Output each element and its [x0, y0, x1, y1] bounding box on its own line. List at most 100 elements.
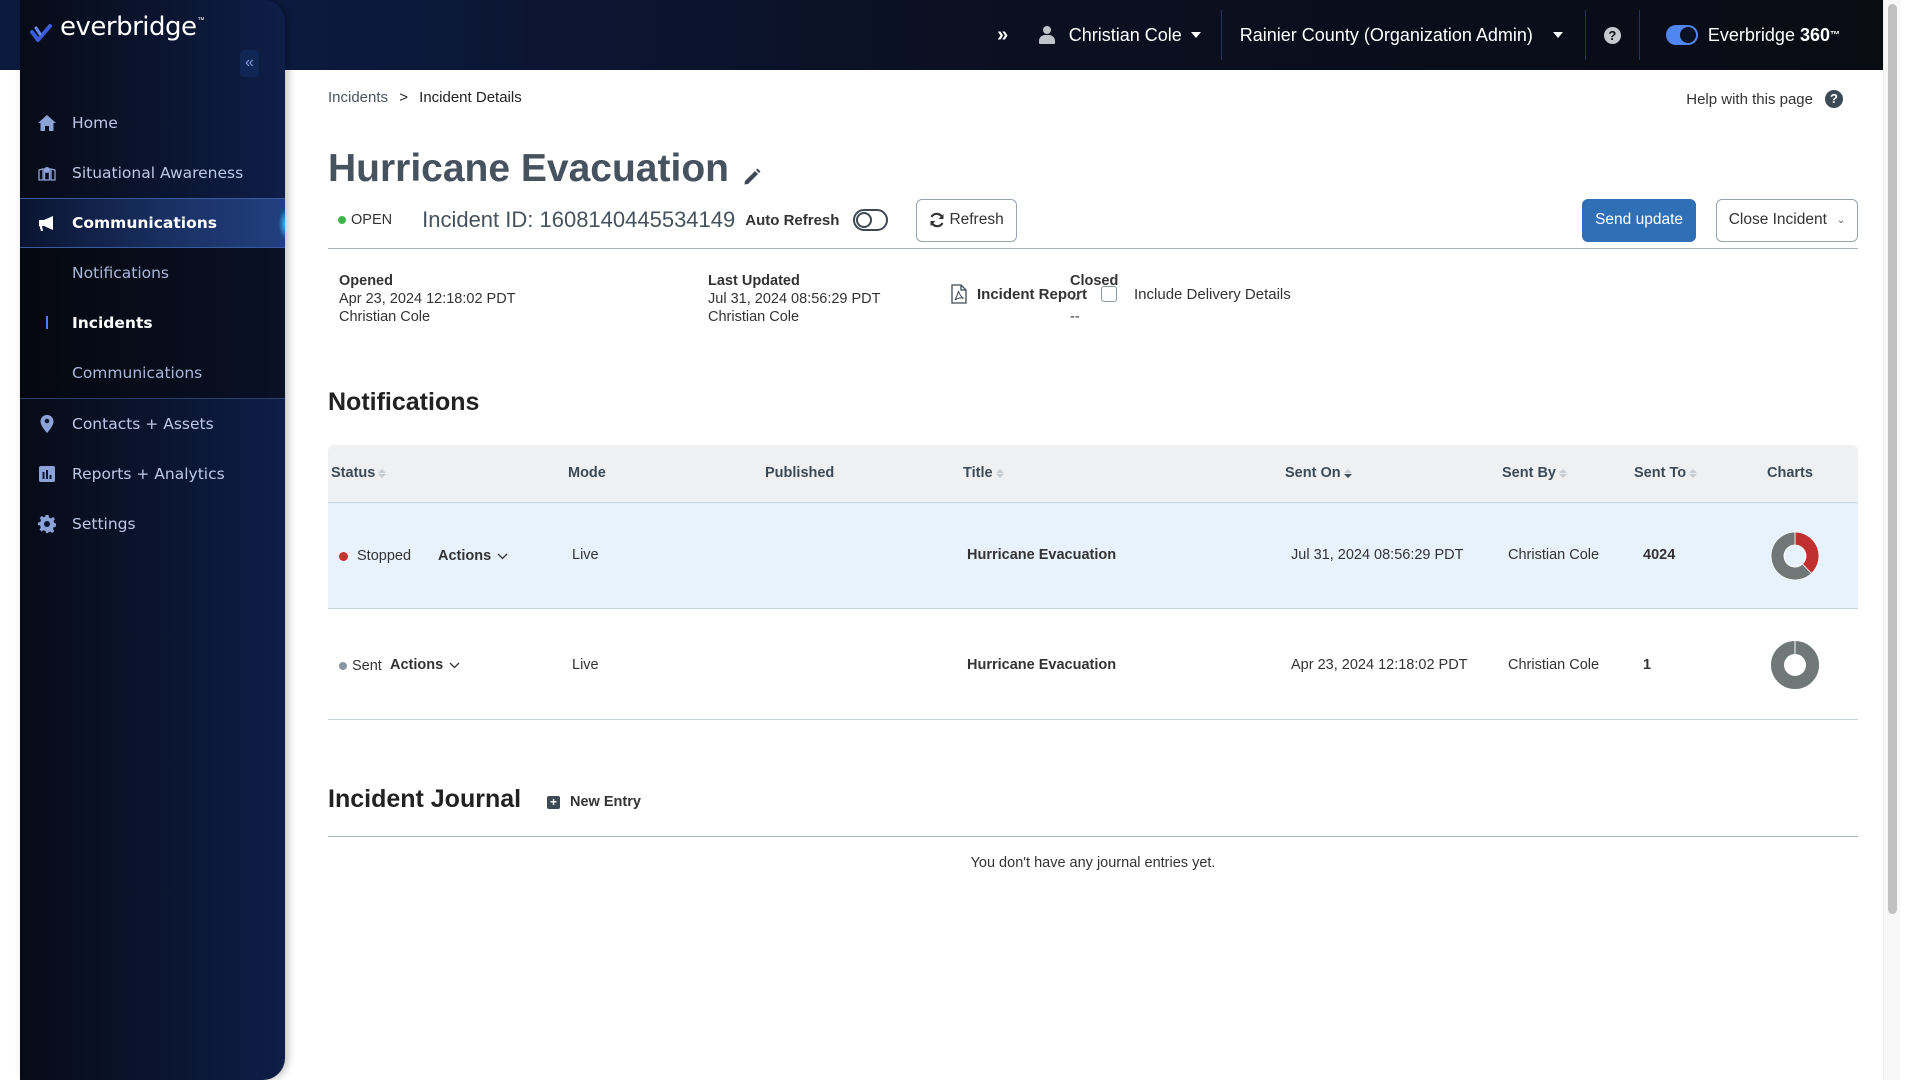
- column-sent-to[interactable]: Sent To: [1634, 465, 1698, 481]
- caret-down-icon: [1190, 32, 1201, 38]
- actions-dropdown[interactable]: Actions: [390, 657, 460, 673]
- sidebar-item-label: Situational Awareness: [72, 164, 244, 182]
- title-cell[interactable]: Hurricane Evacuation: [967, 657, 1116, 673]
- scrollbar-thumb[interactable]: [1888, 4, 1897, 914]
- sidebar-item-home[interactable]: Home: [20, 98, 285, 148]
- close-incident-label: Close Incident: [1728, 211, 1827, 228]
- title-cell[interactable]: Hurricane Evacuation: [967, 547, 1116, 563]
- help-button[interactable]: ?: [1586, 10, 1640, 60]
- sidebar-item-contacts-assets[interactable]: Contacts + Assets: [20, 399, 285, 449]
- column-sent-on[interactable]: Sent On: [1285, 465, 1352, 481]
- sidebar-item-label: Home: [72, 114, 118, 132]
- location-pin-icon: [37, 414, 57, 434]
- home-icon: [37, 113, 57, 133]
- user-menu[interactable]: Christian Cole: [1031, 10, 1222, 60]
- vertical-scrollbar[interactable]: [1883, 0, 1900, 1080]
- communications-subnav: Notifications Incidents Communications: [20, 248, 285, 399]
- top-bar: » Christian Cole Rainier County (Organiz…: [0, 0, 1900, 70]
- status-cell: Sent: [339, 658, 382, 674]
- breadcrumb-incidents-link[interactable]: Incidents: [328, 89, 388, 106]
- sort-icon: [995, 468, 1004, 478]
- status-cell: Stopped: [339, 548, 411, 564]
- close-incident-button[interactable]: Close Incident ⌄: [1716, 198, 1858, 242]
- opened-date: Apr 23, 2024 12:18:02 PDT: [339, 291, 516, 307]
- main-content: Incidents > Incident Details Help with t…: [285, 70, 1883, 1080]
- opened-info: Opened Apr 23, 2024 12:18:02 PDT Christi…: [339, 272, 516, 326]
- chevron-down-icon: [497, 553, 508, 559]
- sidebar-item-situational-awareness[interactable]: Situational Awareness: [20, 148, 285, 198]
- chevron-down-icon: [449, 662, 460, 668]
- auto-refresh-label: Auto Refresh: [745, 211, 840, 229]
- sidebar: everbridge ™ « Home Situational Awarenes…: [20, 0, 285, 1080]
- sidebar-item-communications[interactable]: Communications: [20, 198, 285, 248]
- gear-icon: [37, 514, 57, 534]
- send-update-button[interactable]: Send update: [1582, 198, 1696, 242]
- plus-square-icon: +: [547, 795, 560, 809]
- status-label: Stopped: [357, 548, 412, 564]
- status-dot: [339, 662, 347, 670]
- new-entry-button[interactable]: + New Entry: [547, 794, 641, 810]
- column-label: Status: [331, 465, 376, 481]
- refresh-button[interactable]: Refresh: [916, 198, 1017, 242]
- opened-by: Christian Cole: [339, 309, 431, 325]
- logo-text: everbridge: [60, 12, 197, 42]
- breadcrumb: Incidents > Incident Details: [328, 89, 522, 106]
- chevron-down-icon: ⌄: [1836, 214, 1846, 226]
- table-header: Status Mode Published Title Sent On Sent…: [328, 445, 1858, 503]
- sidebar-subitem-notifications[interactable]: Notifications: [20, 248, 285, 298]
- sidebar-item-settings[interactable]: Settings: [20, 499, 285, 549]
- column-label: Sent To: [1634, 465, 1687, 481]
- include-delivery-details-checkbox[interactable]: [1101, 286, 1118, 302]
- sent-on-cell: Jul 31, 2024 08:56:29 PDT: [1291, 547, 1464, 563]
- include-delivery-details-label: Include Delivery Details: [1134, 285, 1291, 303]
- product-name: Everbridge: [1707, 24, 1795, 45]
- sort-icon: [1559, 468, 1567, 478]
- table-row[interactable]: Stopped Actions Live Hurricane Evacuatio…: [328, 503, 1858, 609]
- map-icon: [37, 163, 57, 183]
- table-row[interactable]: Sent Actions Live Hurricane Evacuation A…: [328, 609, 1858, 720]
- actions-label: Actions: [390, 657, 444, 673]
- status-badge: OPEN: [338, 212, 392, 228]
- organization-selector[interactable]: Rainier County (Organization Admin): [1222, 10, 1586, 60]
- actions-label: Actions: [438, 548, 492, 564]
- sidebar-nav: Home Situational Awareness Communication…: [20, 98, 285, 549]
- notifications-heading: Notifications: [328, 388, 480, 416]
- help-with-page-link[interactable]: Help with this page ?: [1686, 90, 1843, 108]
- everbridge-logo[interactable]: everbridge ™: [30, 8, 205, 46]
- journal-divider: [328, 836, 1858, 837]
- pdf-icon[interactable]: [951, 284, 967, 304]
- column-sent-by[interactable]: Sent By: [1502, 465, 1567, 481]
- incident-journal-heading: Incident Journal: [328, 785, 522, 813]
- bar-chart-icon: [37, 464, 57, 484]
- pencil-icon[interactable]: [743, 152, 761, 196]
- column-status[interactable]: Status: [331, 465, 387, 481]
- sidebar-subitem-communications[interactable]: Communications: [20, 348, 285, 398]
- column-title[interactable]: Title: [963, 465, 1004, 481]
- sidebar-item-label: Reports + Analytics: [72, 465, 225, 483]
- column-charts: Charts: [1767, 465, 1813, 481]
- expand-panel-button[interactable]: »: [983, 24, 1023, 47]
- everbridge-360-toggle[interactable]: [1665, 25, 1698, 45]
- column-label: Sent On: [1285, 465, 1341, 481]
- column-label: Sent By: [1502, 465, 1556, 481]
- sidebar-subitem-incidents[interactable]: Incidents: [20, 298, 285, 348]
- column-label: Charts: [1767, 465, 1813, 481]
- opened-label: Opened: [339, 273, 393, 289]
- delivery-donut-chart[interactable]: [1770, 531, 1820, 581]
- column-label: Published: [765, 465, 835, 481]
- incident-report: Incident Report Include Delivery Details: [951, 284, 1291, 304]
- megaphone-icon: [37, 213, 57, 233]
- breadcrumb-current: Incident Details: [419, 89, 522, 106]
- sidebar-subitem-label: Communications: [72, 364, 203, 382]
- actions-dropdown[interactable]: Actions: [438, 548, 508, 564]
- sort-icon: [378, 468, 387, 478]
- collapse-sidebar-button[interactable]: «: [240, 50, 259, 77]
- sidebar-item-reports-analytics[interactable]: Reports + Analytics: [20, 449, 285, 499]
- refresh-label: Refresh: [949, 211, 1004, 228]
- last-updated-by: Christian Cole: [708, 309, 800, 325]
- mode-cell: Live: [572, 657, 599, 673]
- incident-report-link[interactable]: Incident Report: [977, 286, 1087, 303]
- auto-refresh-toggle[interactable]: [853, 209, 889, 231]
- delivery-donut-chart[interactable]: [1770, 640, 1820, 690]
- checkmark-logo-icon: [30, 24, 52, 42]
